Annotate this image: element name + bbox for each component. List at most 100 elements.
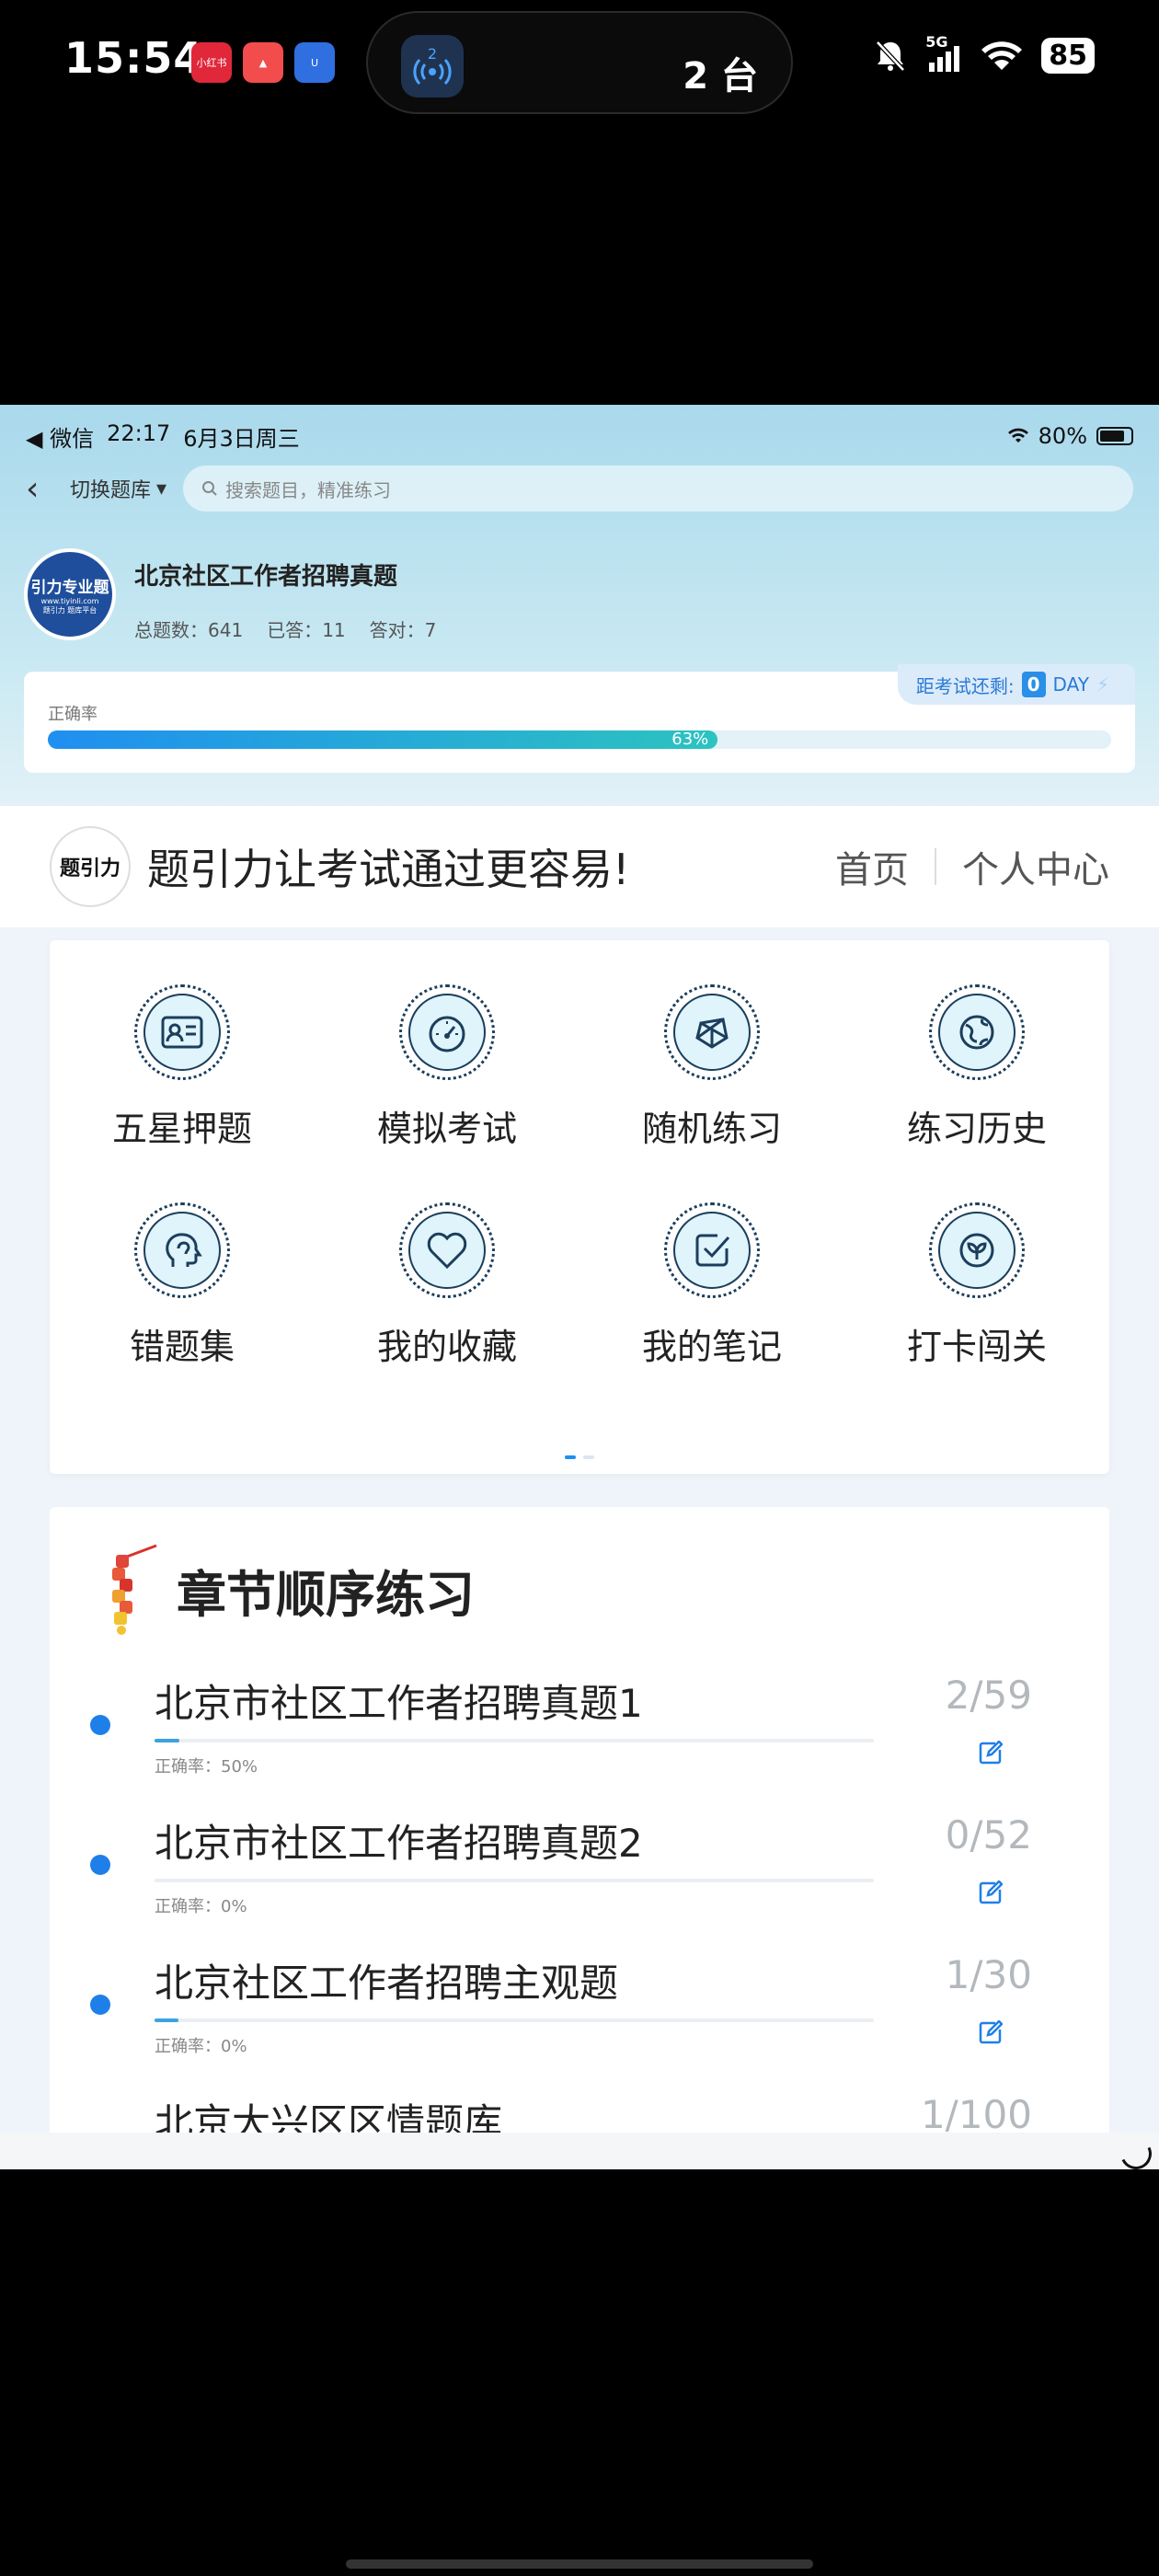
bullet-dot [90,1995,110,2015]
leaf-icon [938,1212,1016,1289]
svg-text:2: 2 [428,45,437,63]
inner-battery-percent: 80% [1038,423,1087,449]
network-icon [673,994,751,1071]
chapter-accuracy: 正确率：0% [155,2037,247,2056]
tool-random-practice[interactable]: 随机练习 [580,984,844,1151]
back-icon[interactable]: ‹ [26,470,53,508]
tool-checkin[interactable]: 打卡闯关 [844,1202,1109,1369]
tool-notes[interactable]: 我的笔记 [580,1202,844,1369]
tool-label: 打卡闯关 [906,1327,1047,1367]
page-dot-active [565,1455,576,1459]
brand-bar: 题引力 题引力让考试通过更容易! 首页 个人中心 [0,806,1159,927]
correct-label: 答对： [369,619,425,641]
app-screen: ◀ 微信 22:17 6月3日周三 80% ‹ 切换题库 ▾ 搜索题目，精准练习 [0,405,1159,2169]
nav-profile-link[interactable]: 个人中心 [962,840,1109,893]
tool-practice-history[interactable]: 练习历史 [844,984,1109,1151]
cellular-signal-icon: 5G [925,33,962,74]
chapter-count: 1/100 [920,2092,1032,2137]
bank-logo-text: 引力专业题 [30,578,109,597]
chapter-progress [155,1739,874,1742]
brand-slogan: 题引力让考试通过更容易! [147,845,630,894]
chapter-name: 北京社区工作者招聘主观题 [155,1961,619,2006]
home-indicator[interactable] [346,2559,813,2569]
caret-down-icon: ▾ [156,477,167,500]
tool-favorites[interactable]: 我的收藏 [315,1202,580,1369]
accuracy-label: 正确率 [48,705,98,724]
tool-five-star[interactable]: 五星押题 [50,984,315,1151]
tool-wrong-questions[interactable]: 错题集 [50,1202,315,1369]
header-hero: ◀ 微信 22:17 6月3日周三 80% ‹ 切换题库 ▾ 搜索题目，精准练习 [0,405,1159,806]
tool-label: 随机练习 [641,1109,782,1149]
battery-level: 85 [1041,37,1095,74]
chapter-name: 北京市社区工作者招聘真题1 [155,1681,643,1726]
countdown-unit: DAY [1052,673,1089,696]
heart-icon [408,1212,486,1289]
question-bank-info: 引力专业题 www.tiyinli.com 题引力 题库平台 北京社区工作者招聘… [24,548,436,642]
mute-bell-icon [876,40,906,72]
nav-home-link[interactable]: 首页 [835,840,909,893]
xiaohongshu-icon: 小红书 [191,42,232,83]
tool-label: 我的收藏 [376,1327,517,1367]
bank-title: 北京社区工作者招聘真题 [134,563,398,591]
tool-label: 模拟考试 [376,1109,517,1149]
firecracker-icon [112,1544,157,1635]
chapter-progress [155,2018,874,2022]
exam-countdown: 距考试还剩: 0 DAY ⚡ [897,664,1135,705]
tool-label: 我的笔记 [641,1327,782,1367]
chapter-item[interactable]: 北京市社区工作者招聘真题2 正确率：0% 0/52 [50,1794,1109,1934]
edit-icon[interactable] [979,1740,1004,1768]
tools-card: 五星押题 模拟考试 随机练习 练习历史 错题集 我的收藏 我的笔记 打卡闯关 [50,940,1109,1474]
nav-divider [935,848,936,885]
search-input[interactable]: 搜索题目，精准练习 [183,466,1133,512]
accuracy-progress-fill: 63% [48,730,718,749]
chapter-count: 2/59 [945,1673,1032,1718]
bullet-dot [90,1715,110,1735]
checkbox-icon [673,1212,751,1289]
accuracy-progress: 63% [48,730,1111,749]
inner-date: 6月3日周三 [183,425,300,452]
total-label: 总题数： [134,619,208,641]
inner-status-bar: ◀ 微信 22:17 6月3日周三 80% [26,418,1133,454]
head-icon [143,1212,221,1289]
chapter-item[interactable]: 北京市社区工作者招聘真题1 正确率：50% 2/59 [50,1654,1109,1794]
tool-label: 错题集 [129,1327,235,1367]
brand-logo: 题引力 [50,826,131,907]
tool-label: 练习历史 [906,1109,1047,1149]
chapter-practice-card: 章节顺序练习 北京市社区工作者招聘真题1 正确率：50% 2/59 北京市社区工… [50,1507,1109,2169]
inner-time: 22:17 [107,420,171,446]
total-count: 641 [208,619,244,641]
phone-time: 15:54 [64,33,204,83]
edit-icon[interactable] [979,2019,1004,2048]
notification-app-icons: 小红书 ▲ U [191,42,335,83]
wifi-icon [981,41,1023,70]
battery-icon [1096,427,1133,445]
lightning-icon: ⚡ [1096,673,1109,696]
answered-count: 11 [322,619,346,641]
bank-logo-tagline: 题引力 题库平台 [42,605,98,615]
switch-bank-dropdown[interactable]: 切换题库 ▾ [70,474,166,503]
brand-nav: 首页 个人中心 [835,840,1109,893]
id-card-icon [143,994,221,1071]
switch-bank-label: 切换题库 [70,479,152,502]
tools-grid: 五星押题 模拟考试 随机练习 练习历史 错题集 我的收藏 我的笔记 打卡闯关 [50,984,1109,1369]
tool-label: 五星押题 [111,1109,252,1149]
chapter-name: 北京市社区工作者招聘真题2 [155,1821,643,1866]
globe-icon [938,994,1016,1071]
app-a-icon: ▲ [243,42,283,83]
chapter-item[interactable]: 北京社区工作者招聘主观题 正确率：0% 1/30 [50,1934,1109,2074]
edit-icon[interactable] [979,1880,1004,1908]
back-to-wechat-link[interactable]: ◀ 微信 [26,420,94,453]
correct-count: 7 [424,619,437,641]
bullet-dot [90,1855,110,1875]
bank-stats: 总题数：641 已答：11 答对：7 [134,615,436,642]
app-u-icon: U [294,42,335,83]
chapter-accuracy: 正确率：0% [155,1897,247,1916]
wifi-icon [1007,423,1029,449]
dynamic-island[interactable]: 2 2 台 [366,11,793,114]
bank-logo-url: www.tiyinli.com [40,596,99,605]
chapter-count: 0/52 [945,1812,1032,1857]
search-placeholder: 搜索题目，精准练习 [225,478,392,501]
broadcast-icon: 2 [401,35,464,98]
tool-mock-exam[interactable]: 模拟考试 [315,984,580,1151]
countdown-label: 距考试还剩: [915,674,1015,697]
